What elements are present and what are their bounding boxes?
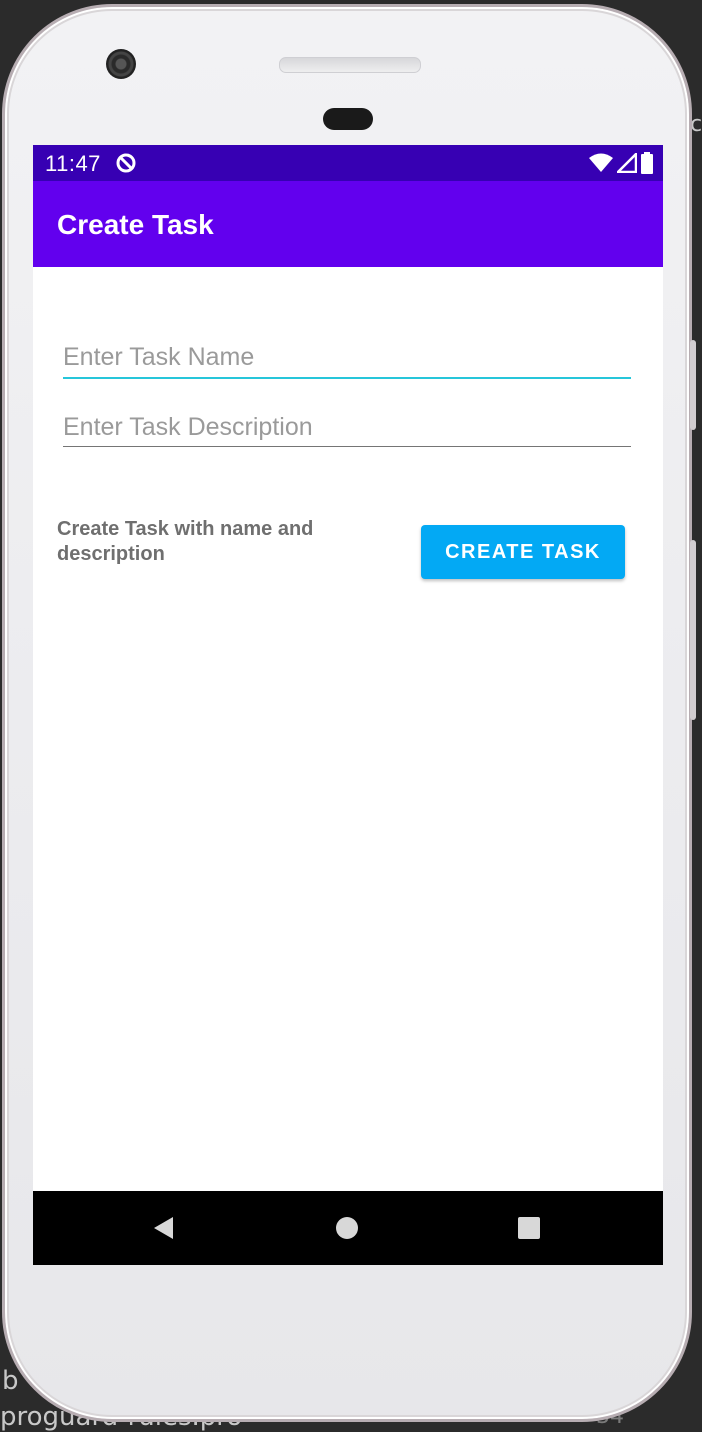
navigation-bar	[33, 1191, 663, 1265]
home-icon[interactable]	[334, 1215, 360, 1241]
cell-signal-icon	[617, 153, 637, 173]
page-title: Create Task	[57, 209, 214, 240]
phone-side-button-upper[interactable]	[690, 340, 696, 430]
ide-bottom-left-letter: b	[2, 1366, 19, 1396]
info-text: Create Task with name and description	[57, 518, 314, 565]
device-screen: 11:47 Create Task Enter Task Name Enter …	[33, 145, 663, 1265]
status-icons	[589, 152, 653, 174]
task-description-underline	[63, 446, 631, 447]
task-description-input[interactable]	[63, 405, 631, 449]
earpiece-speaker	[279, 57, 421, 73]
back-icon[interactable]	[151, 1215, 177, 1241]
wifi-icon	[589, 153, 613, 172]
front-camera	[106, 49, 136, 79]
battery-icon	[641, 152, 653, 174]
proximity-sensor	[323, 108, 373, 130]
task-name-underline	[63, 377, 631, 379]
status-bar: 11:47	[33, 145, 663, 181]
create-task-button[interactable]: CREATE TASK	[421, 525, 625, 579]
recents-icon[interactable]	[516, 1215, 542, 1241]
sync-disabled-icon	[116, 153, 136, 173]
phone-side-button-lower[interactable]	[690, 540, 696, 720]
app-bar: Create Task	[33, 181, 663, 267]
status-time: 11:47	[45, 151, 101, 176]
phone-frame: 11:47 Create Task Enter Task Name Enter …	[2, 4, 692, 1422]
task-name-input[interactable]	[63, 335, 631, 379]
